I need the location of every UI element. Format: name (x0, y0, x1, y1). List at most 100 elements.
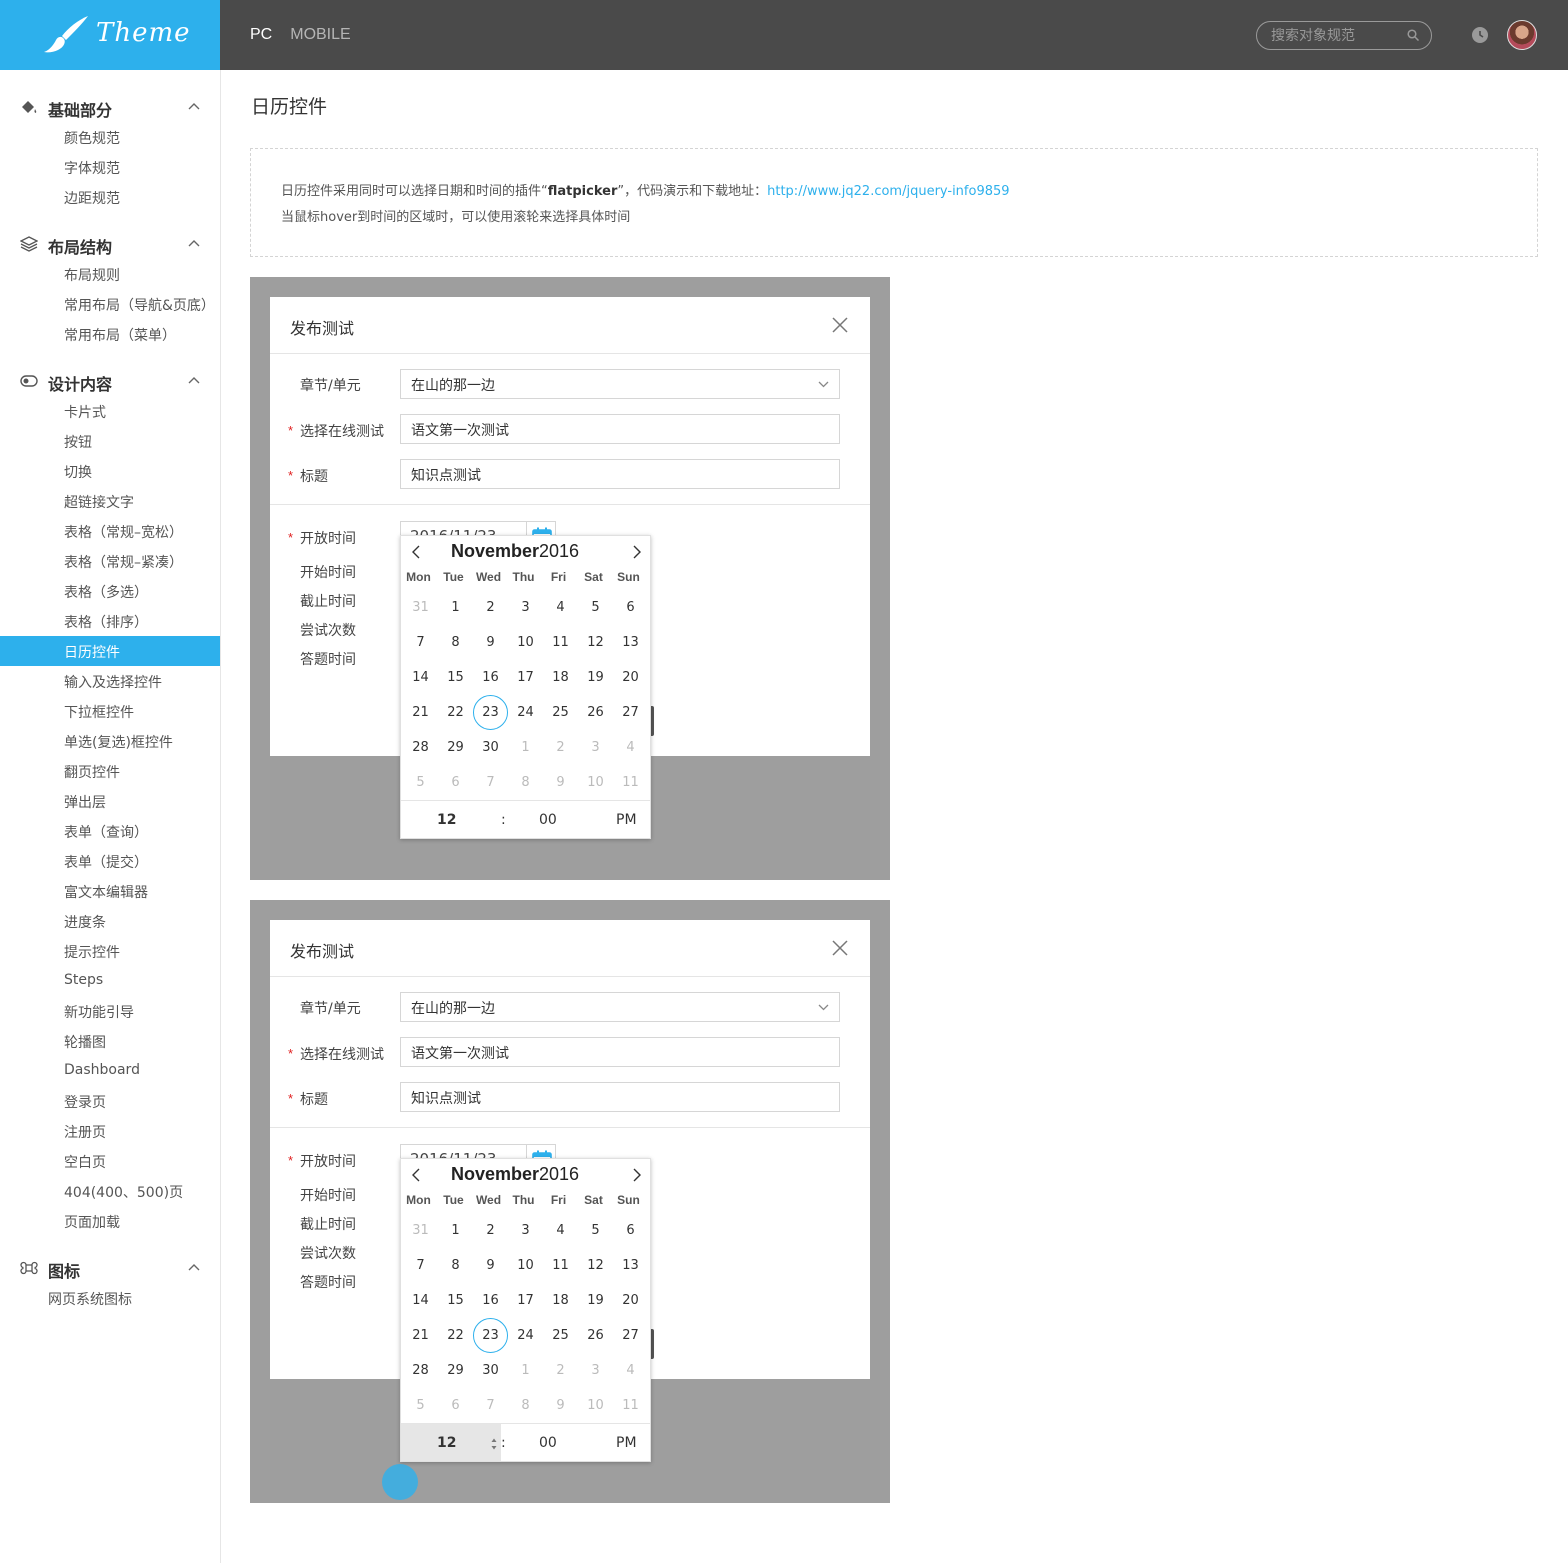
logo[interactable]: Theme (0, 0, 220, 70)
day-cell[interactable]: 11 (613, 765, 648, 800)
picker-year[interactable]: 2016 (539, 541, 579, 562)
day-cell[interactable]: 8 (508, 765, 543, 800)
day-cell[interactable]: 16 (473, 660, 508, 695)
search-icon[interactable] (1407, 29, 1419, 41)
day-cell[interactable]: 5 (403, 1388, 438, 1423)
sidebar-item-empty[interactable]: 空白页 (0, 1146, 220, 1176)
section-layout[interactable]: 布局结构 (0, 232, 220, 257)
day-cell[interactable]: 11 (543, 625, 578, 660)
ampm-toggle[interactable]: PM (616, 812, 637, 828)
day-cell[interactable]: 17 (508, 1283, 543, 1318)
clock-icon[interactable] (1472, 27, 1488, 43)
chevron-up-icon[interactable] (188, 239, 200, 247)
sidebar-item-login[interactable]: 登录页 (0, 1086, 220, 1116)
sidebar-item-hyperlink[interactable]: 超链接文字 (0, 486, 220, 516)
chapter-select[interactable]: 在山的那一边 (400, 369, 840, 399)
day-cell[interactable]: 18 (543, 660, 578, 695)
day-cell[interactable]: 13 (613, 1248, 648, 1283)
sidebar-item-layout-menu[interactable]: 常用布局（菜单） (0, 319, 220, 349)
sidebar-item-pagination[interactable]: 翻页控件 (0, 756, 220, 786)
day-cell[interactable]: 31 (403, 590, 438, 625)
download-link[interactable]: http://www.jq22.com/jquery-info9859 (767, 184, 1009, 199)
day-cell[interactable]: 1 (438, 1213, 473, 1248)
day-cell[interactable]: 2 (473, 1213, 508, 1248)
sidebar-item-register[interactable]: 注册页 (0, 1116, 220, 1146)
sidebar-item-loading[interactable]: 页面加载 (0, 1206, 220, 1236)
sidebar-item-layout-nav-footer[interactable]: 常用布局（导航&页底） (0, 289, 220, 319)
sidebar-item-layout-rules[interactable]: 布局规则 (0, 259, 220, 289)
day-cell[interactable]: 7 (403, 625, 438, 660)
sidebar-item-dashboard[interactable]: Dashboard (0, 1056, 220, 1086)
sidebar-item-steps[interactable]: Steps (0, 966, 220, 996)
sidebar-item-radio-checkbox[interactable]: 单选(复选)框控件 (0, 726, 220, 756)
sidebar-item-fonts[interactable]: 字体规范 (0, 152, 220, 182)
picker-month[interactable]: November (451, 1164, 539, 1185)
sidebar-item-rich-editor[interactable]: 富文本编辑器 (0, 876, 220, 906)
day-cell[interactable]: 3 (508, 1213, 543, 1248)
sidebar-item-dropdown[interactable]: 下拉框控件 (0, 696, 220, 726)
heading-field[interactable]: 知识点测试 (400, 1082, 840, 1112)
nav-mobile[interactable]: MOBILE (290, 26, 350, 44)
day-cell[interactable]: 2 (543, 1353, 578, 1388)
day-cell[interactable]: 15 (438, 1283, 473, 1318)
sidebar-item-colors[interactable]: 颜色规范 (0, 122, 220, 152)
online-test-field[interactable]: 语文第一次测试 (400, 414, 840, 444)
day-cell[interactable]: 2 (543, 730, 578, 765)
day-cell[interactable]: 20 (613, 1283, 648, 1318)
day-cell[interactable]: 6 (613, 590, 648, 625)
day-cell[interactable]: 26 (578, 695, 613, 730)
day-cell[interactable]: 19 (578, 660, 613, 695)
chevron-right-icon[interactable] (631, 1168, 643, 1182)
section-basic[interactable]: 基础部分 (0, 95, 220, 120)
day-cell[interactable]: 26 (578, 1318, 613, 1353)
hour-input[interactable]: 12 (437, 1435, 456, 1451)
day-cell[interactable]: 13 (613, 625, 648, 660)
day-cell[interactable]: 16 (473, 1283, 508, 1318)
day-cell[interactable]: 25 (543, 695, 578, 730)
avatar[interactable] (1507, 20, 1537, 50)
day-cell[interactable]: 23 (473, 1318, 508, 1353)
sidebar-item-switch[interactable]: 切换 (0, 456, 220, 486)
day-cell[interactable]: 5 (403, 765, 438, 800)
section-icons[interactable]: 图标 (0, 1256, 220, 1281)
day-cell[interactable]: 5 (578, 590, 613, 625)
day-cell[interactable]: 4 (543, 590, 578, 625)
day-cell[interactable]: 11 (543, 1248, 578, 1283)
close-icon[interactable] (832, 317, 848, 333)
day-cell[interactable]: 28 (403, 1353, 438, 1388)
day-cell[interactable]: 9 (543, 765, 578, 800)
day-cell[interactable]: 15 (438, 660, 473, 695)
day-cell[interactable]: 10 (508, 625, 543, 660)
day-cell[interactable]: 11 (613, 1388, 648, 1423)
day-cell[interactable]: 10 (508, 1248, 543, 1283)
day-cell[interactable]: 14 (403, 1283, 438, 1318)
sidebar-item-progress[interactable]: 进度条 (0, 906, 220, 936)
day-cell[interactable]: 30 (473, 730, 508, 765)
day-cell[interactable]: 24 (508, 695, 543, 730)
minute-input[interactable]: 00 (539, 812, 557, 828)
day-cell[interactable]: 9 (473, 1248, 508, 1283)
chevron-left-icon[interactable] (410, 1168, 422, 1182)
nav-pc[interactable]: PC (250, 26, 272, 44)
day-cell[interactable]: 21 (403, 695, 438, 730)
day-cell[interactable]: 9 (543, 1388, 578, 1423)
search-input[interactable] (1271, 27, 1401, 45)
day-cell[interactable]: 29 (438, 730, 473, 765)
day-cell[interactable]: 12 (578, 625, 613, 660)
day-cell[interactable]: 6 (613, 1213, 648, 1248)
sidebar-item-error-pages[interactable]: 404(400、500)页 (0, 1176, 220, 1206)
day-cell[interactable]: 2 (473, 590, 508, 625)
sidebar-item-table-loose[interactable]: 表格（常规–宽松） (0, 516, 220, 546)
sidebar-item-table-compact[interactable]: 表格（常规–紧凑） (0, 546, 220, 576)
day-cell[interactable]: 10 (578, 1388, 613, 1423)
day-cell[interactable]: 3 (578, 730, 613, 765)
day-cell[interactable]: 3 (578, 1353, 613, 1388)
chapter-select[interactable]: 在山的那一边 (400, 992, 840, 1022)
day-cell[interactable]: 27 (613, 695, 648, 730)
day-cell[interactable]: 22 (438, 1318, 473, 1353)
chevron-left-icon[interactable] (410, 545, 422, 559)
sidebar-item-form-submit[interactable]: 表单（提交） (0, 846, 220, 876)
day-cell[interactable]: 9 (473, 625, 508, 660)
day-cell[interactable]: 8 (438, 1248, 473, 1283)
sidebar-item-input[interactable]: 输入及选择控件 (0, 666, 220, 696)
